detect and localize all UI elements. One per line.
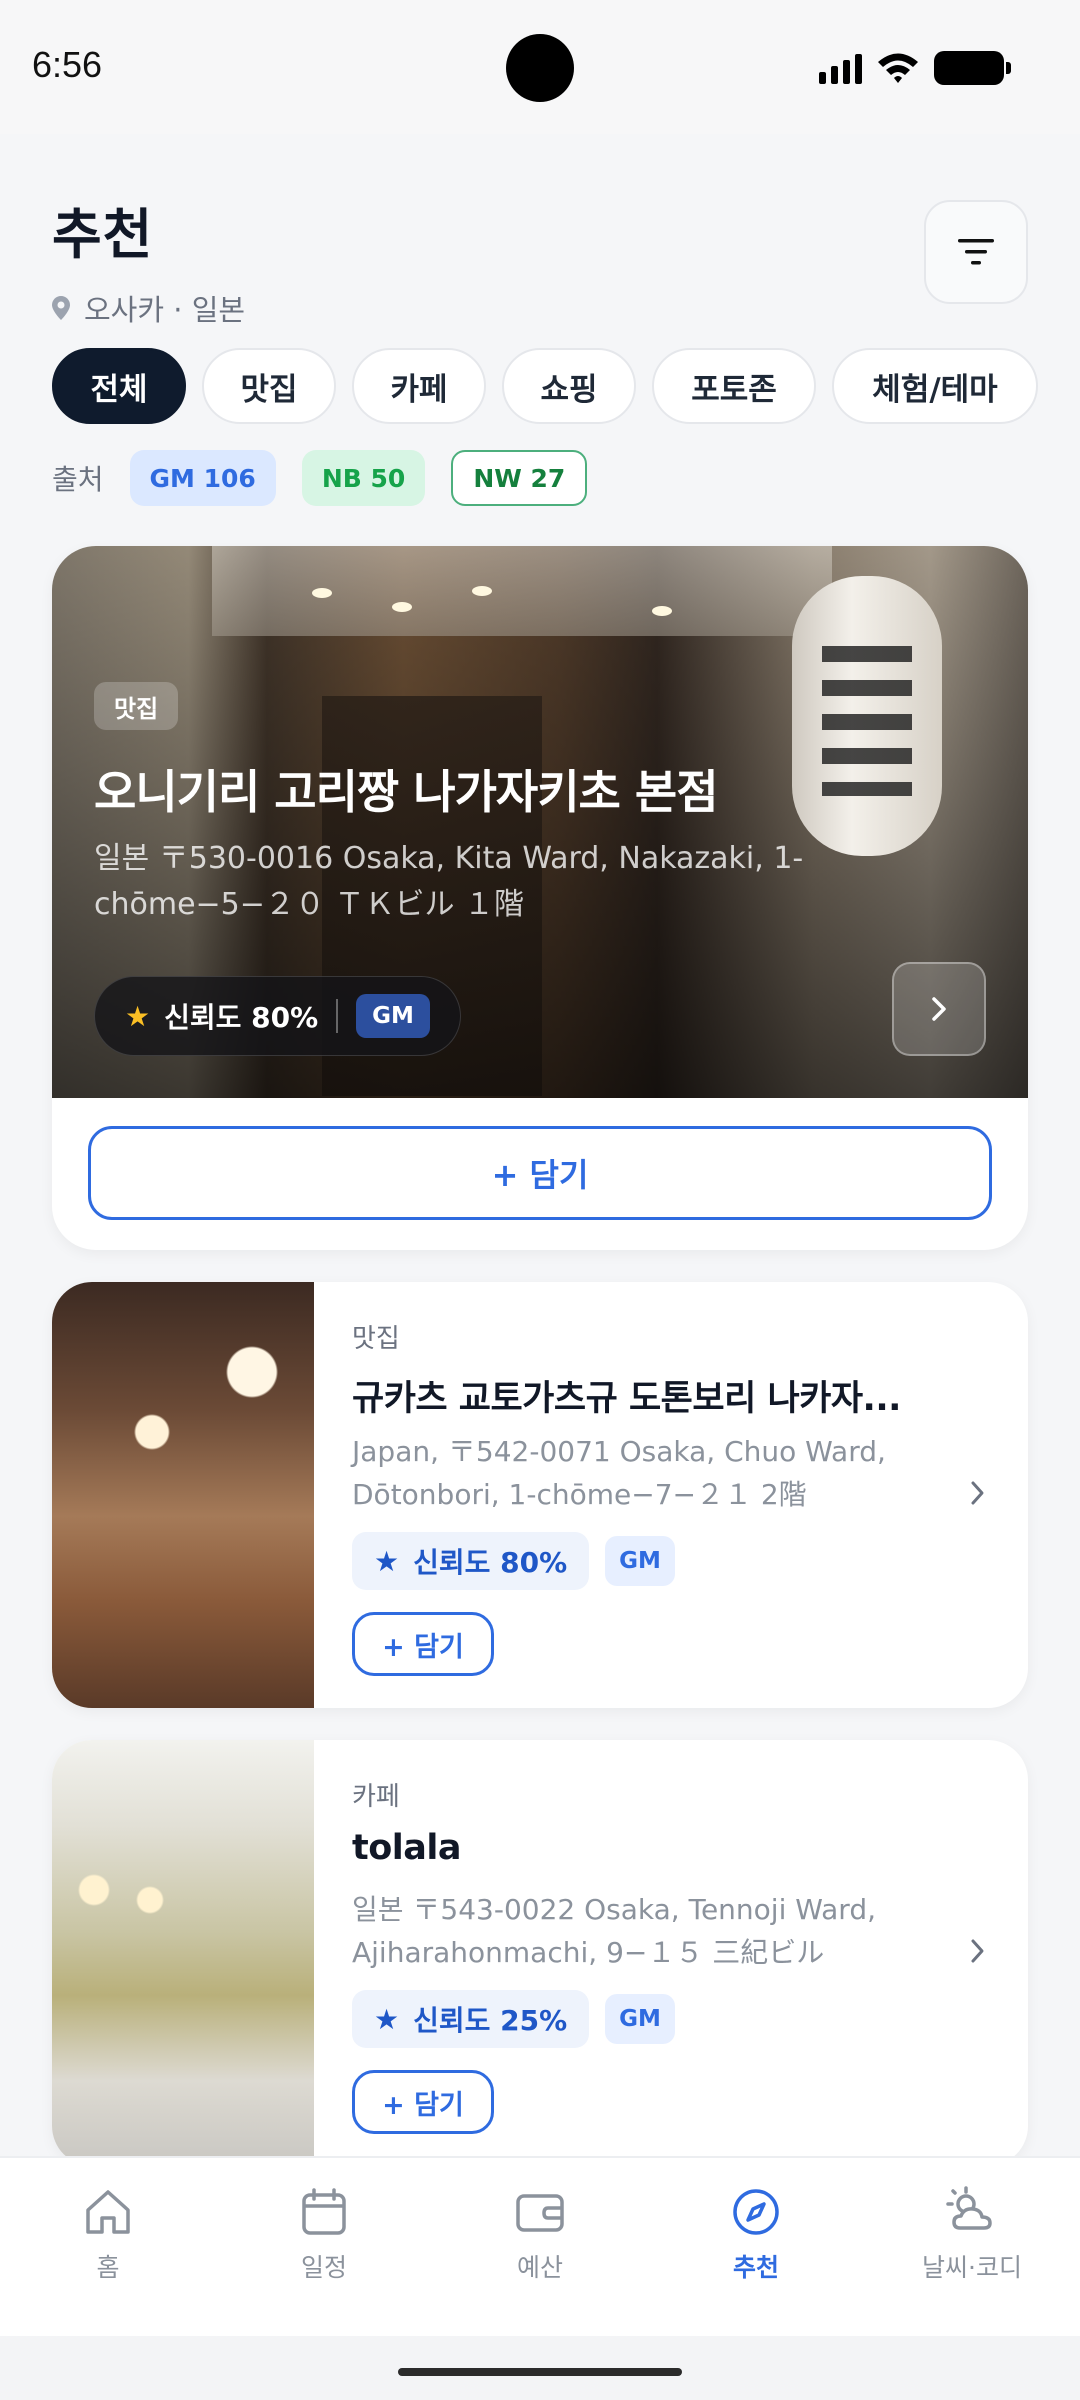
featured-address: 일본 〒530-0016 Osaka, Kita Ward, Nakazaki,…: [94, 841, 804, 922]
home-icon: [86, 2190, 130, 2234]
featured-photo: 맛집 오니기리 고리짱 나가자키초 본점 일본 〒530-0016 Osaka,…: [52, 546, 1028, 1098]
featured-trust-text: 신뢰도 80%: [164, 1001, 319, 1034]
battery-icon: [934, 51, 1011, 85]
source-badge: GM: [605, 1536, 675, 1586]
nav-label: 일정: [300, 2253, 347, 2282]
featured-place-card[interactable]: 맛집 오니기리 고리짱 나가자키초 본점 일본 〒530-0016 Osaka,…: [52, 546, 1028, 1250]
filter-button[interactable]: [924, 200, 1028, 304]
source-badge-nw[interactable]: NW 27: [451, 450, 588, 506]
featured-trust-badge: ★ 신뢰도 80% GM: [94, 976, 461, 1056]
place-address: Japan, 〒542-0071 Osaka, Chuo Ward, Dōton…: [352, 1435, 886, 1511]
place-category: 카페: [352, 1782, 400, 1812]
lantern-image: [792, 576, 942, 856]
place-meta: ★ 신뢰도 80% GM: [352, 1532, 675, 1590]
add-button[interactable]: + 담기: [352, 2070, 494, 2134]
trust-text: 신뢰도 80%: [413, 1546, 568, 1579]
source-badge: GM: [605, 1994, 675, 2044]
status-bar: 6:56: [0, 0, 1080, 134]
system-icons: [819, 48, 1011, 88]
place-photo: [52, 1740, 314, 2166]
source-label: 출처: [52, 463, 104, 496]
nav-schedule[interactable]: 일정: [216, 2158, 432, 2336]
wifi-icon: [878, 53, 918, 83]
category-chips: 전체 맛집 카페 쇼핑 포토존 체험/테마: [52, 348, 1038, 424]
chip-shopping[interactable]: 쇼핑: [502, 348, 636, 424]
wallet-icon: [516, 2194, 564, 2232]
source-filter-row: 출처 GM 106 NB 50 NW 27: [52, 450, 588, 506]
signal-icon: [819, 52, 862, 84]
calendar-icon: [302, 2188, 346, 2235]
chip-all[interactable]: 전체: [52, 348, 186, 424]
nav-label: 날씨·코디: [922, 2253, 1022, 2282]
place-title: tolala: [352, 1828, 462, 1868]
place-category: 맛집: [352, 1324, 400, 1354]
star-icon: ★: [374, 1544, 400, 1578]
place-title: 규카츠 교토가츠규 도톤보리 나카자...: [352, 1379, 901, 1419]
nav-label: 추천: [732, 2253, 779, 2282]
home-indicator[interactable]: [398, 2368, 682, 2376]
filter-icon: [958, 239, 994, 265]
place-card[interactable]: 맛집 규카츠 교토가츠규 도톤보리 나카자... Japan, 〒542-007…: [52, 1282, 1028, 1708]
nav-recommend[interactable]: 추천: [648, 2158, 864, 2336]
location-label: 오사카 · 일본: [52, 287, 245, 329]
chevron-right-icon: [932, 997, 946, 1021]
star-icon: ★: [125, 999, 151, 1033]
chip-restaurants[interactable]: 맛집: [202, 348, 336, 424]
page-header: 추천 오사카 · 일본: [52, 190, 245, 329]
chevron-right-icon[interactable]: [968, 1936, 988, 1966]
nav-budget[interactable]: 예산: [432, 2158, 648, 2336]
status-time: 6:56: [32, 44, 103, 85]
bottom-nav: 홈 일정 예산 추천 날씨·코디: [0, 2156, 1080, 2336]
place-card[interactable]: 카페 tolala 일본 〒543-0022 Osaka, Tennoji Wa…: [52, 1740, 1028, 2166]
location-pin-icon: [52, 296, 70, 320]
featured-title: 오니기리 고리짱 나가자키초 본점: [94, 765, 719, 819]
source-badge-nb[interactable]: NB 50: [301, 450, 426, 506]
featured-source-badge: GM: [356, 994, 430, 1038]
chip-photo-zone[interactable]: 포토존: [652, 348, 816, 424]
place-address: 일본 〒543-0022 Osaka, Tennoji Ward, Ajihar…: [352, 1893, 876, 1969]
camera-cutout: [506, 34, 574, 102]
trust-badge: ★ 신뢰도 25%: [352, 1990, 590, 2048]
place-meta: ★ 신뢰도 25% GM: [352, 1990, 675, 2048]
featured-next-button[interactable]: [892, 962, 986, 1056]
nav-weather[interactable]: 날씨·코디: [864, 2158, 1080, 2336]
add-button[interactable]: + 담기: [352, 1612, 494, 1676]
location-text: 오사카 · 일본: [84, 293, 246, 327]
chip-cafe[interactable]: 카페: [352, 348, 486, 424]
nav-label: 홈: [96, 2253, 120, 2282]
nav-label: 예산: [516, 2253, 563, 2282]
source-badge-gm[interactable]: GM 106: [129, 450, 276, 506]
chip-experience-theme[interactable]: 체험/테마: [832, 348, 1038, 424]
star-icon: ★: [374, 2002, 400, 2036]
trust-text: 신뢰도 25%: [413, 2004, 568, 2037]
featured-category-badge: 맛집: [94, 682, 179, 730]
place-photo: [52, 1282, 314, 1708]
chevron-right-icon[interactable]: [968, 1478, 988, 1508]
weather-icon: [946, 2186, 992, 2230]
trust-badge: ★ 신뢰도 80%: [352, 1532, 590, 1590]
page-title: 추천: [52, 203, 154, 266]
nav-home[interactable]: 홈: [0, 2158, 216, 2336]
featured-add-button[interactable]: + 담기: [88, 1126, 992, 1220]
compass-icon: [733, 2189, 779, 2235]
